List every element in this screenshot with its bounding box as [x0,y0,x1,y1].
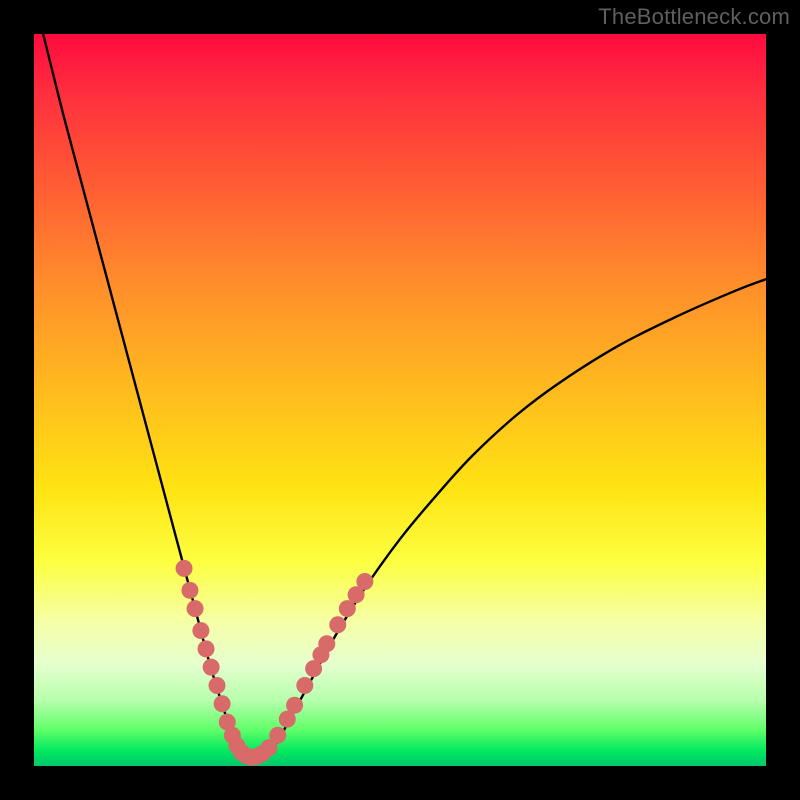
chart-svg [34,34,766,766]
plot-area [34,34,766,766]
curve-marker [192,622,209,639]
curve-marker [318,635,335,652]
curve-marker [269,727,286,744]
watermark-text: TheBottleneck.com [598,4,790,30]
curve-marker [209,677,226,694]
curve-marker [176,560,193,577]
curve-marker [198,640,215,657]
bottleneck-curve [34,0,766,758]
curve-marker [329,616,346,633]
curve-marker [286,697,303,714]
curve-marker [356,573,373,590]
chart-frame: TheBottleneck.com [0,0,800,800]
curve-marker [181,582,198,599]
curve-marker [187,600,204,617]
curve-markers [176,560,374,766]
curve-marker [296,677,313,694]
curve-marker [214,695,231,712]
curve-marker [203,659,220,676]
